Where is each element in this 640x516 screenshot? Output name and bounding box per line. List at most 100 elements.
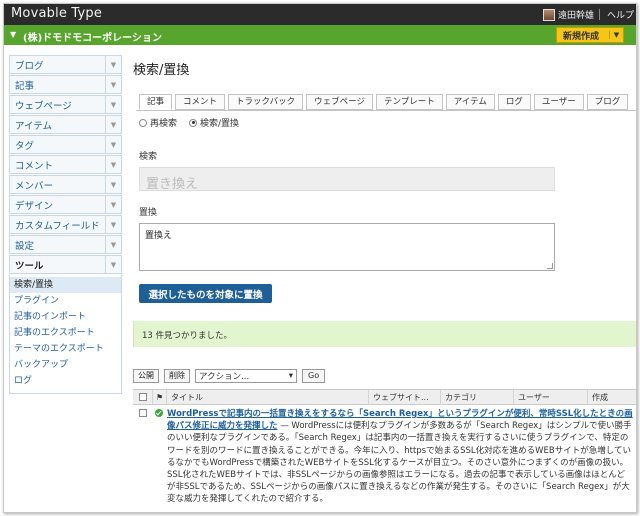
caret-down-icon[interactable]: ▼ <box>10 30 16 39</box>
sidebar-item-entries[interactable]: 記事 ▼ <box>9 75 122 94</box>
new-create-button[interactable]: 新規作成 ▼ <box>556 27 624 43</box>
tab-assets[interactable]: アイテム <box>445 94 495 110</box>
tab-pages[interactable]: ウェブページ <box>306 94 373 110</box>
sidebar-item-label: ブログ <box>15 60 44 72</box>
sidebar-item-label: 設定 <box>15 240 35 252</box>
radio-search-replace[interactable]: 検索/置換 <box>189 116 239 129</box>
sidebar-item-tools[interactable]: ツール ▼ <box>9 255 122 274</box>
tab-comments[interactable]: コメント <box>175 94 226 110</box>
sidebar-item-custom-fields[interactable]: カスタムフィールド ▼ <box>9 215 122 234</box>
sidebar-item-design[interactable]: デザイン ▼ <box>9 195 122 214</box>
main-content: 検索/置換 記事 コメント トラックバック ウェブページ テンプレート アイテム… <box>131 55 636 508</box>
column-title[interactable]: タイトル <box>167 389 369 405</box>
search-label: 検索 <box>139 152 158 162</box>
status-cell <box>153 408 167 508</box>
table-header: ⚑ タイトル ウェブサイト... カテゴリ ユーザー 作成 <box>133 389 636 405</box>
chevron-down-icon[interactable]: ▼ <box>105 76 121 93</box>
tab-blogs[interactable]: ブログ <box>586 94 629 110</box>
column-category[interactable]: カテゴリ <box>441 389 514 405</box>
chevron-down-icon[interactable]: ▼ <box>105 56 121 73</box>
chevron-down-icon[interactable]: ▼ <box>105 176 121 193</box>
sidebar-item-tags[interactable]: タグ ▼ <box>9 135 122 154</box>
row-checkbox-cell <box>133 408 153 508</box>
submenu-import-entries[interactable]: 記事のインポート <box>10 309 121 325</box>
chevron-down-icon[interactable]: ▼ <box>609 31 623 39</box>
tab-log[interactable]: ログ <box>497 94 531 110</box>
publish-button[interactable]: 公開 <box>133 369 159 383</box>
sidebar-item-assets[interactable]: アイテム ▼ <box>9 115 122 134</box>
published-status-icon <box>155 408 163 417</box>
divider <box>136 110 636 111</box>
app-logo[interactable]: Movable Type <box>11 6 102 21</box>
help-link[interactable]: ヘルプ <box>607 8 634 21</box>
chevron-down-icon[interactable]: ▼ <box>105 116 121 133</box>
submenu-export-theme[interactable]: テーマのエクスポート <box>10 341 121 357</box>
submenu-search-replace[interactable]: 検索/置換 <box>10 277 121 293</box>
site-name[interactable]: (株)ドモドモコーポレーション <box>23 29 162 44</box>
chevron-down-icon[interactable]: ▼ <box>105 156 121 173</box>
table-row: WordPressで記事内の一括置き換えをするなら「Search Regex」と… <box>133 405 636 508</box>
new-create-label: 新規作成 <box>563 31 600 42</box>
go-button[interactable]: Go <box>302 369 326 383</box>
submenu-log[interactable]: ログ <box>10 373 121 389</box>
sidebar-item-label: メンバー <box>15 180 54 192</box>
sidebar-item-settings[interactable]: 設定 ▼ <box>9 235 122 254</box>
chevron-down-icon[interactable]: ▼ <box>105 136 121 153</box>
chevron-down-icon[interactable]: ▼ <box>105 236 121 253</box>
user-menu[interactable]: 遠田幹雄 <box>542 8 594 21</box>
sidebar-item-comments[interactable]: コメント ▼ <box>9 155 122 174</box>
chevron-down-icon[interactable]: ▼ <box>105 196 121 213</box>
divider <box>599 9 600 20</box>
sidebar-item-pages[interactable]: ウェブページ ▼ <box>9 95 122 114</box>
replace-value: 置換え <box>145 231 173 241</box>
tab-entries[interactable]: 記事 <box>139 94 173 110</box>
result-message: 13 件見つかりました。 <box>133 321 636 347</box>
radio-selected-icon[interactable] <box>189 118 198 127</box>
list-actions: 公開 削除 アクション... ▾ Go <box>133 369 636 383</box>
sidebar-item-label: コメント <box>15 160 54 172</box>
replace-textarea[interactable]: 置換え <box>139 223 555 271</box>
radio-label: 再検索 <box>150 119 178 129</box>
column-created[interactable]: 作成 <box>588 390 636 405</box>
entry-content: WordPressで記事内の一括置き換えをするなら「Search Regex」と… <box>167 408 633 508</box>
type-tabs: 記事 コメント トラックバック ウェブページ テンプレート アイテム ログ ユー… <box>139 94 636 110</box>
flag-column-header[interactable]: ⚑ <box>153 389 167 405</box>
row-checkbox[interactable] <box>139 408 147 417</box>
delete-button[interactable]: 削除 <box>164 369 190 383</box>
chevron-down-icon[interactable]: ▼ <box>105 216 121 233</box>
sidebar-item-label: デザイン <box>15 200 54 212</box>
action-select[interactable]: アクション... ▾ <box>195 369 297 383</box>
column-website[interactable]: ウェブサイト... <box>369 389 441 405</box>
chevron-down-icon[interactable]: ▼ <box>105 256 121 273</box>
sidebar-item-label: ウェブページ <box>15 100 72 112</box>
submenu-plugins[interactable]: プラグイン <box>10 293 121 309</box>
top-bar: Movable Type 遠田幹雄 ヘルプ <box>4 4 636 25</box>
chevron-down-icon[interactable]: ▼ <box>105 96 121 113</box>
submenu-export-entries[interactable]: 記事のエクスポート <box>10 325 121 341</box>
tab-users[interactable]: ユーザー <box>533 94 584 110</box>
sidebar-item-label: 記事 <box>15 80 35 92</box>
sidebar-item-blog[interactable]: ブログ ▼ <box>9 55 122 74</box>
replace-selected-button[interactable]: 選択したものを対象に置換 <box>139 284 272 303</box>
submenu-backup[interactable]: バックアップ <box>10 357 121 373</box>
sidebar: ブログ ▼ 記事 ▼ ウェブページ ▼ アイテム ▼ タグ ▼ コメント ▼ メンバー ▼ デ… <box>9 55 122 394</box>
mode-radios: 再検索 検索/置換 <box>139 116 636 129</box>
flag-icon: ⚑ <box>156 392 164 402</box>
resize-handle-icon[interactable] <box>547 263 553 269</box>
replace-label: 置換 <box>139 208 158 218</box>
user-name: 遠田幹雄 <box>557 11 594 21</box>
sidebar-item-members[interactable]: メンバー ▼ <box>9 175 122 194</box>
radio-label: 検索/置換 <box>200 119 240 129</box>
tools-submenu: 検索/置換 プラグイン 記事のインポート 記事のエクスポート テーマのエクスポー… <box>9 275 122 394</box>
radio-research[interactable]: 再検索 <box>139 116 177 129</box>
select-all-checkbox[interactable] <box>139 393 147 401</box>
radio-circle-icon[interactable] <box>139 118 147 127</box>
action-select-value: アクション... <box>199 372 250 382</box>
tab-templates[interactable]: テンプレート <box>375 94 443 110</box>
sidebar-item-label: カスタムフィールド <box>15 220 100 232</box>
sidebar-item-label: アイテム <box>15 120 53 132</box>
search-input[interactable]: 置き換え <box>139 167 555 192</box>
column-user[interactable]: ユーザー <box>514 389 588 405</box>
tab-trackbacks[interactable]: トラックバック <box>228 94 304 110</box>
app-window: Movable Type 遠田幹雄 ヘルプ ▼ (株)ドモドモコーポレーション … <box>3 3 637 513</box>
